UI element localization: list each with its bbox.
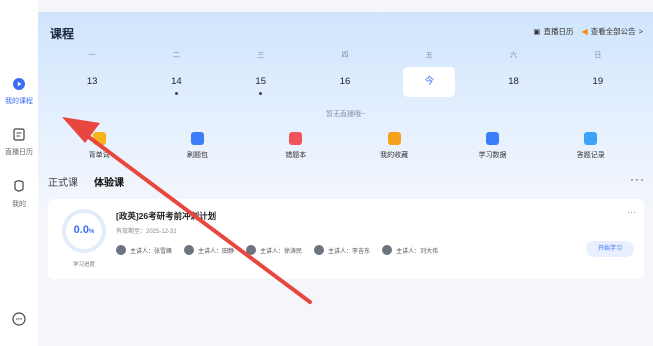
calendar-icon [0,128,38,143]
all-notices-label: 查看全部公告 [590,27,636,36]
progress-unit: % [88,229,95,235]
course-tabs: 正式课 体验课 [48,174,124,189]
chat-bubble-icon [0,312,38,328]
course-title[interactable]: [政英]26考研考前冲刺计划 [116,210,216,222]
shortcut-label: 答题记录 [576,152,605,159]
tab-formal-course[interactable]: 正式课 [48,174,78,189]
avatar [116,245,126,255]
more-options-icon[interactable]: ··· [630,172,645,186]
speaker-icon: ◀ [581,27,588,36]
sidebar-item-label: 直播日历 [5,149,33,156]
teacher-name: 主讲人：李吉东 [328,248,371,255]
live-dot [174,92,178,95]
teacher-name: 主讲人：刘大伟 [396,248,439,255]
page-title: 课程 [50,27,75,41]
tab-trial-course[interactable]: 体验课 [94,174,124,189]
course-expiry: 有效期至：2025-12-31 [116,229,177,235]
profile-icon [0,180,38,195]
sidebar: 我的课程 直播日历 我的 [0,0,38,346]
header-links: ▣ 直播日历 ◀ 查看全部公告 > [533,26,643,37]
live-calendar-link[interactable]: ▣ 直播日历 [533,26,573,37]
weekday-label: 日 [594,52,602,59]
day-number: 18 [508,76,519,87]
day-number: 今 [403,67,456,97]
day-number: 15 [255,76,266,87]
teacher-name: 主讲人：徐涛民 [260,248,303,255]
teacher-item: 主讲人：刘大伟 [382,245,438,255]
all-notices-link[interactable]: ◀ 查看全部公告 > [581,26,643,37]
teacher-item: 主讲人：张雪峰 [116,245,172,255]
shortcut-question-bank[interactable]: 刷题包 [148,132,246,160]
sidebar-item-label: 我的 [12,201,26,208]
teacher-name: 主讲人：田静 [198,248,235,255]
live-calendar-link-label: 直播日历 [543,27,574,36]
progress-label: 学习进度 [72,262,95,268]
shortcut-bar: 背单词 刷题包 错题本 我的收藏 学习数据 答题记录 [50,132,640,160]
weekday-label: 四 [341,52,349,59]
progress-value: 0.0% [62,224,106,236]
shortcut-label: 学习数据 [478,152,507,159]
teacher-list: 主讲人：张雪峰 主讲人：田静 主讲人：徐涛民 主讲人：李吉东 主讲人：刘大伟 [116,245,438,255]
calendar-day[interactable]: 15 [219,67,303,97]
weekday-label: 一 [88,52,96,59]
teacher-name: 主讲人：张雪峰 [130,248,173,255]
weekday-label: 三 [257,52,265,59]
shortcut-label: 错题本 [285,152,307,159]
weekday-label: 五 [425,52,433,59]
shortcut-label: 背单词 [88,152,110,159]
calendar-day[interactable]: 19 [556,67,640,97]
avatar [382,245,393,255]
day-number: 14 [171,76,182,87]
course-card[interactable]: 0.0% 学习进度 [政英]26考研考前冲刺计划 有效期至：2025-12-31… [48,199,644,279]
course-menu-icon[interactable]: ··· [627,207,636,217]
sidebar-item-mine[interactable]: 我的 [0,180,38,209]
chevron-right-icon: > [638,27,643,36]
calendar-days: 13 14 15 16 今 18 19 [50,67,640,97]
weekday-label: 二 [172,52,180,59]
calendar-day[interactable]: 14 [134,67,218,97]
calendar-day[interactable]: 16 [303,67,387,97]
day-number: 19 [592,76,604,87]
teacher-item: 主讲人：徐涛民 [246,245,302,255]
mistakes-book-icon [289,132,303,145]
no-live-text: 暂无直播哦~ [325,111,366,118]
progress-number: 0.0 [73,224,89,236]
weekday-label: 六 [510,52,518,59]
help-button[interactable] [0,312,38,332]
avatar [246,245,257,255]
star-icon [387,132,401,145]
trend-chart-icon [485,132,499,145]
calendar-day[interactable]: 13 [50,67,134,97]
sidebar-item-label: 我的课程 [5,98,33,105]
question-bank-icon [190,132,204,145]
calendar-day[interactable]: 18 [471,67,555,97]
teacher-item: 主讲人：田静 [184,245,234,255]
shortcut-mistakes[interactable]: 错题本 [247,132,345,160]
avatar [184,245,195,255]
avatar [314,245,325,255]
calendar-weekdays: 一 二 三 四 五 六 日 [50,50,640,60]
start-learning-button[interactable]: 开始学习 [586,241,634,257]
shortcut-label: 我的收藏 [380,152,409,159]
vocabulary-icon [92,132,106,145]
teacher-item: 主讲人：李吉东 [314,245,370,255]
chat-record-icon [584,132,598,145]
main-panel: 课程 ▣ 直播日历 ◀ 查看全部公告 > 一 二 三 四 五 六 日 13 14… [38,12,653,346]
calendar-small-icon: ▣ [533,27,541,36]
sidebar-item-live-calendar[interactable]: 直播日历 [0,128,38,157]
day-number: 13 [86,76,98,87]
live-dot [259,92,263,95]
shortcut-vocabulary[interactable]: 背单词 [50,132,148,160]
play-circle-icon [0,78,38,92]
shortcut-label: 刷题包 [186,152,208,159]
shortcut-study-data[interactable]: 学习数据 [443,132,541,160]
calendar-day-today[interactable]: 今 [387,67,471,97]
shortcut-favorites[interactable]: 我的收藏 [345,132,443,160]
sidebar-item-my-courses[interactable]: 我的课程 [0,78,38,106]
day-number: 16 [339,76,351,87]
shortcut-answer-records[interactable]: 答题记录 [542,132,640,160]
